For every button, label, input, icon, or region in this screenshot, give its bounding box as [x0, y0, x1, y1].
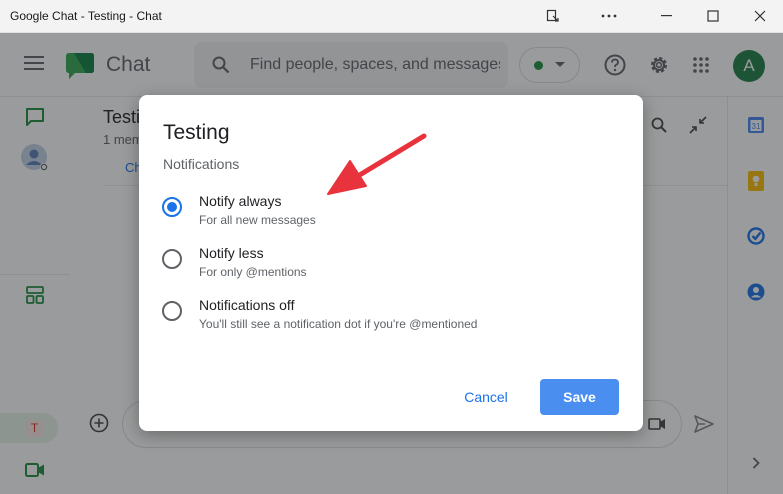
option-label: Notifications off [199, 297, 295, 313]
option-notifications-off[interactable]: Notifications off You'll still see a not… [161, 297, 621, 341]
more-horizontal-icon[interactable] [586, 0, 632, 32]
annotation-arrow-icon [318, 130, 430, 200]
dialog-title: Testing [163, 121, 230, 144]
option-description: You'll still see a notification dot if y… [199, 317, 478, 331]
window-title: Google Chat - Testing - Chat [10, 9, 162, 23]
option-description: For only @mentions [199, 265, 307, 279]
minimize-icon[interactable] [644, 0, 690, 32]
option-notify-less[interactable]: Notify less For only @mentions [161, 245, 621, 289]
save-button[interactable]: Save [540, 379, 619, 415]
radio-notify-less[interactable] [162, 249, 182, 269]
cancel-button[interactable]: Cancel [450, 379, 522, 415]
option-label: Notify less [199, 245, 264, 261]
close-icon[interactable] [737, 0, 783, 32]
dialog-subtitle: Notifications [163, 156, 240, 172]
maximize-icon[interactable] [690, 0, 736, 32]
window-titlebar: Google Chat - Testing - Chat [0, 0, 783, 33]
window-snap-icon[interactable] [530, 0, 576, 32]
option-description: For all new messages [199, 213, 316, 227]
radio-notifications-off[interactable] [162, 301, 182, 321]
radio-notify-always[interactable] [162, 197, 182, 217]
option-label: Notify always [199, 193, 282, 209]
